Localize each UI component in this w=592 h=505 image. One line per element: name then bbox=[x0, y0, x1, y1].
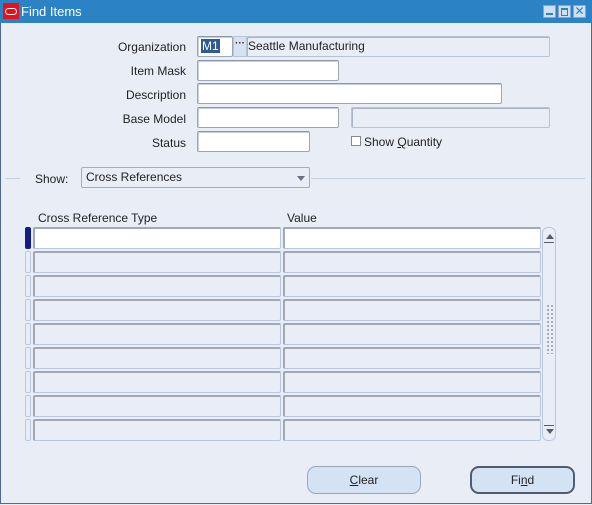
row-indicator[interactable] bbox=[25, 275, 31, 297]
row-indicator[interactable] bbox=[25, 371, 31, 393]
close-button[interactable]: ✕ bbox=[573, 5, 586, 18]
minimize-button[interactable] bbox=[543, 5, 556, 18]
description-label: Description bbox=[125, 88, 186, 102]
base-model-description-field bbox=[351, 107, 550, 128]
organization-name-field: Seattle Manufacturing bbox=[246, 36, 550, 57]
oracle-logo-icon bbox=[3, 3, 19, 19]
value-cell[interactable] bbox=[283, 395, 541, 417]
cross-reference-type-cell[interactable] bbox=[33, 323, 281, 345]
cross-reference-type-cell[interactable] bbox=[33, 347, 281, 369]
value-cell[interactable] bbox=[283, 299, 541, 321]
cross-reference-type-cell[interactable] bbox=[33, 371, 281, 393]
chevron-down-icon bbox=[297, 176, 305, 181]
cross-reference-type-cell[interactable] bbox=[33, 395, 281, 417]
scroll-top-line bbox=[544, 242, 554, 243]
value-cell[interactable] bbox=[283, 275, 541, 297]
window-title: Find Items bbox=[21, 4, 82, 19]
clear-label: lear bbox=[358, 473, 379, 487]
cross-reference-type-cell[interactable] bbox=[33, 251, 281, 273]
scroll-bottom-line bbox=[544, 425, 554, 426]
maximize-button[interactable] bbox=[558, 5, 571, 18]
find-mnemonic: n bbox=[520, 473, 528, 487]
value-cell[interactable] bbox=[283, 371, 541, 393]
find-label-post: d bbox=[527, 473, 535, 487]
base-model-label: Base Model bbox=[122, 112, 186, 126]
base-model-field[interactable] bbox=[197, 107, 339, 128]
status-field[interactable] bbox=[197, 131, 310, 152]
separator-left bbox=[6, 178, 20, 179]
scroll-down-arrow-icon[interactable] bbox=[546, 429, 554, 434]
cross-reference-type-cell[interactable] bbox=[33, 275, 281, 297]
value-cell[interactable] bbox=[283, 251, 541, 273]
vertical-scrollbar[interactable] bbox=[542, 227, 556, 441]
show-quantity-mnemonic: Q bbox=[397, 135, 407, 149]
organization-code-value: M1 bbox=[201, 39, 220, 53]
value-cell[interactable] bbox=[283, 323, 541, 345]
show-quantity-label[interactable]: Show Quantity bbox=[364, 135, 442, 149]
value-cell[interactable] bbox=[283, 347, 541, 369]
clear-button[interactable]: Clear bbox=[307, 466, 421, 494]
row-indicator[interactable] bbox=[25, 251, 31, 273]
column-header-cross-reference-type: Cross Reference Type bbox=[38, 211, 158, 225]
value-cell[interactable] bbox=[283, 419, 541, 441]
organization-code-field[interactable]: M1 bbox=[197, 36, 233, 57]
row-indicator[interactable] bbox=[25, 419, 31, 441]
title-bar[interactable]: Find Items ✕ bbox=[0, 0, 592, 23]
cross-reference-type-cell[interactable] bbox=[33, 419, 281, 441]
value-cell[interactable] bbox=[283, 227, 541, 249]
scroll-grip-icon[interactable] bbox=[546, 304, 554, 354]
organization-lov-button[interactable]: ··· bbox=[233, 36, 247, 57]
row-indicator[interactable] bbox=[25, 395, 31, 417]
scroll-up-arrow-icon[interactable] bbox=[546, 234, 554, 239]
row-indicator[interactable] bbox=[25, 347, 31, 369]
status-label: Status bbox=[151, 136, 186, 150]
show-quantity-checkbox[interactable] bbox=[351, 136, 361, 146]
show-dropdown-value: Cross References bbox=[86, 170, 183, 184]
item-mask-label: Item Mask bbox=[130, 64, 186, 78]
separator-right bbox=[311, 178, 585, 179]
row-indicator[interactable] bbox=[25, 323, 31, 345]
organization-label: Organization bbox=[117, 40, 186, 54]
row-indicator[interactable] bbox=[25, 227, 31, 249]
organization-name-value: Seattle Manufacturing bbox=[248, 39, 365, 53]
item-mask-field[interactable] bbox=[197, 60, 339, 81]
show-quantity-label-post: uantity bbox=[406, 135, 443, 149]
cross-reference-type-cell[interactable] bbox=[33, 299, 281, 321]
cross-reference-type-cell[interactable] bbox=[33, 227, 281, 249]
row-indicator[interactable] bbox=[25, 299, 31, 321]
description-field[interactable] bbox=[197, 83, 502, 104]
find-button[interactable]: Find bbox=[470, 466, 575, 494]
show-label: Show: bbox=[35, 172, 69, 186]
find-label-pre: Fi bbox=[510, 473, 521, 487]
show-dropdown[interactable]: Cross References bbox=[81, 167, 310, 188]
show-quantity-label-pre: Show bbox=[364, 135, 398, 149]
column-header-value: Value bbox=[287, 211, 317, 225]
